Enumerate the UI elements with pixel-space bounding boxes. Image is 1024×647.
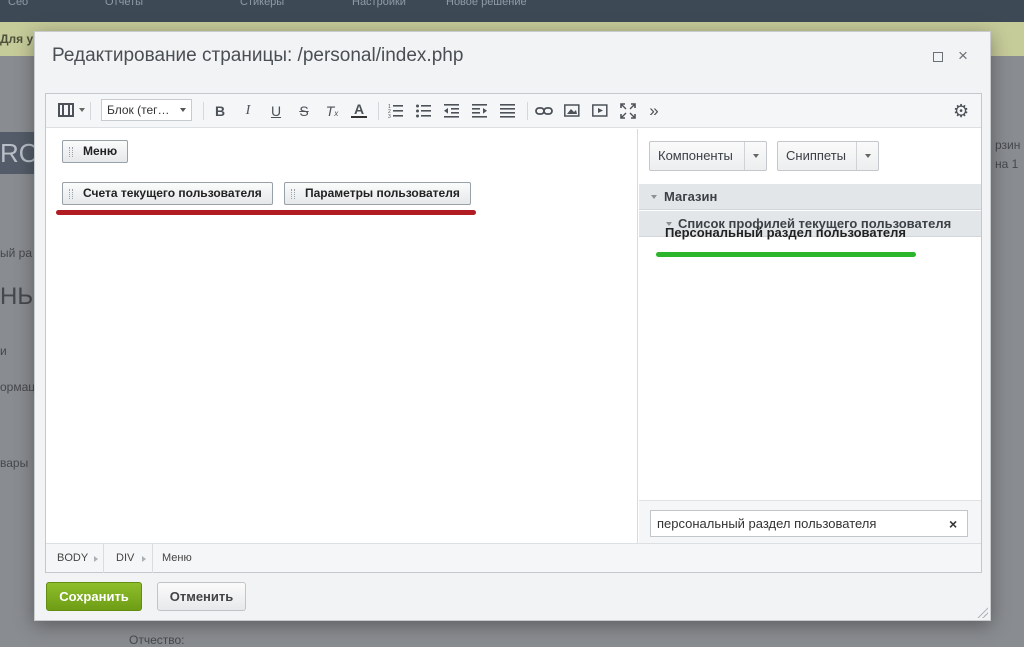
remove-format-label: T [325, 103, 335, 119]
bg-topbar-item: Новое решение [446, 0, 527, 8]
bg-side-text: и [0, 344, 7, 358]
bg-topbar-item: Сео [8, 0, 29, 8]
image-icon[interactable] [564, 103, 580, 119]
snippets-button-label: Сниппеты [786, 148, 847, 163]
bg-side-heading: НЬ [0, 283, 34, 310]
green-highlight-underline [656, 252, 916, 257]
toolbar-divider [90, 102, 91, 120]
chevron-down-icon [651, 195, 657, 199]
resize-handle-icon[interactable] [976, 606, 988, 618]
unordered-list-icon[interactable] [416, 103, 432, 119]
bg-topbar-item: Отчеты [105, 0, 144, 8]
bg-right-text: на 1 [995, 157, 1019, 171]
html-editor: Блок (тег… B I U S Tx A 123 » ⚙ Меню Сче… [45, 93, 982, 573]
ordered-list-icon[interactable]: 123 [388, 103, 404, 119]
tree-node-label: Магазин [664, 189, 718, 204]
outdent-icon[interactable] [444, 103, 460, 119]
fullscreen-icon[interactable] [620, 103, 636, 119]
tree-node-shop[interactable]: Магазин [639, 184, 981, 210]
strikethrough-icon[interactable]: S [296, 102, 312, 120]
bg-side-text: ый ра [0, 246, 33, 260]
editor-content-area[interactable]: Меню Счета текущего пользователя Парамет… [46, 129, 638, 543]
chevron-down-icon[interactable] [79, 108, 85, 112]
remove-format-icon[interactable]: Tx [324, 102, 340, 120]
svg-text:3: 3 [388, 114, 391, 119]
component-block-label: Параметры пользователя [305, 186, 460, 200]
link-icon[interactable] [535, 103, 553, 119]
component-block-label: Меню [83, 144, 118, 158]
bg-side-text: вары [0, 456, 29, 470]
chevron-right-icon [94, 556, 98, 562]
maximize-icon[interactable] [927, 46, 947, 66]
component-block-menu[interactable]: Меню [62, 140, 129, 163]
background-block: RO [0, 132, 39, 174]
edit-page-dialog: Редактирование страницы: /personal/index… [34, 31, 991, 621]
chevron-right-icon [142, 556, 146, 562]
dialog-title: Редактирование страницы: /personal/index… [52, 45, 464, 66]
bg-topbar-item: Стикеры [240, 0, 285, 8]
tree-leaf-personal-section[interactable]: Персональный раздел пользователя [665, 225, 906, 240]
component-block-label: Счета текущего пользователя [83, 186, 262, 200]
crumb-divider [152, 544, 153, 573]
component-block-user-params[interactable]: Параметры пользователя [284, 182, 471, 205]
close-icon[interactable]: × [953, 46, 973, 66]
bg-side-text: ормац [0, 380, 36, 394]
components-button[interactable]: Компоненты [649, 141, 767, 171]
more-icon[interactable]: » [646, 102, 662, 120]
path-crumb-menu[interactable]: Меню [162, 552, 192, 564]
path-crumb-div[interactable]: DIV [116, 552, 134, 564]
film-icon[interactable] [58, 103, 74, 117]
chevron-down-icon[interactable] [744, 142, 766, 170]
component-search-input[interactable] [650, 510, 968, 537]
italic-icon[interactable]: I [240, 102, 256, 120]
drag-handle-icon[interactable] [69, 189, 73, 199]
clear-icon[interactable]: × [949, 516, 957, 532]
bg-bottom-text: Отчество: [129, 633, 185, 647]
component-search: × [639, 500, 981, 543]
block-format-value: Блок (тег… [107, 103, 170, 117]
chevron-down-icon [180, 108, 186, 112]
components-panel: Компоненты Сниппеты Магазин Список профи… [639, 129, 981, 543]
settings-icon[interactable]: ⚙ [953, 101, 969, 122]
background-topbar: Сео Отчеты Стикеры Настройки Новое решен… [0, 0, 1024, 22]
snippets-button[interactable]: Сниппеты [777, 141, 879, 171]
block-format-select[interactable]: Блок (тег… [101, 99, 192, 121]
bg-notice-text: Для у [0, 32, 34, 46]
toolbar-divider [378, 102, 379, 120]
path-crumb-body[interactable]: BODY [57, 552, 88, 564]
toolbar-divider [203, 102, 204, 120]
video-icon[interactable] [592, 103, 608, 119]
font-color-icon[interactable]: A [351, 102, 367, 118]
cancel-button[interactable]: Отменить [157, 582, 246, 611]
components-button-label: Компоненты [658, 148, 733, 163]
chevron-down-icon[interactable] [856, 142, 878, 170]
bg-right-text: рзин [995, 138, 1021, 152]
drag-handle-icon[interactable] [291, 189, 295, 199]
align-icon[interactable] [500, 103, 516, 119]
toolbar-divider [527, 102, 528, 120]
save-button[interactable]: Сохранить [46, 582, 142, 611]
indent-icon[interactable] [472, 103, 488, 119]
underline-icon[interactable]: U [268, 102, 284, 120]
crumb-divider [103, 544, 104, 573]
editor-toolbar: Блок (тег… B I U S Tx A 123 » ⚙ [46, 94, 981, 128]
drag-handle-icon[interactable] [69, 147, 73, 157]
bg-topbar-item: Настройки [352, 0, 406, 8]
component-block-accounts[interactable]: Счета текущего пользователя [62, 182, 273, 205]
remove-format-x: x [334, 109, 339, 118]
red-highlight-underline [56, 210, 476, 215]
element-path-bar: BODY DIV Меню [46, 543, 981, 573]
bold-icon[interactable]: B [212, 102, 228, 120]
